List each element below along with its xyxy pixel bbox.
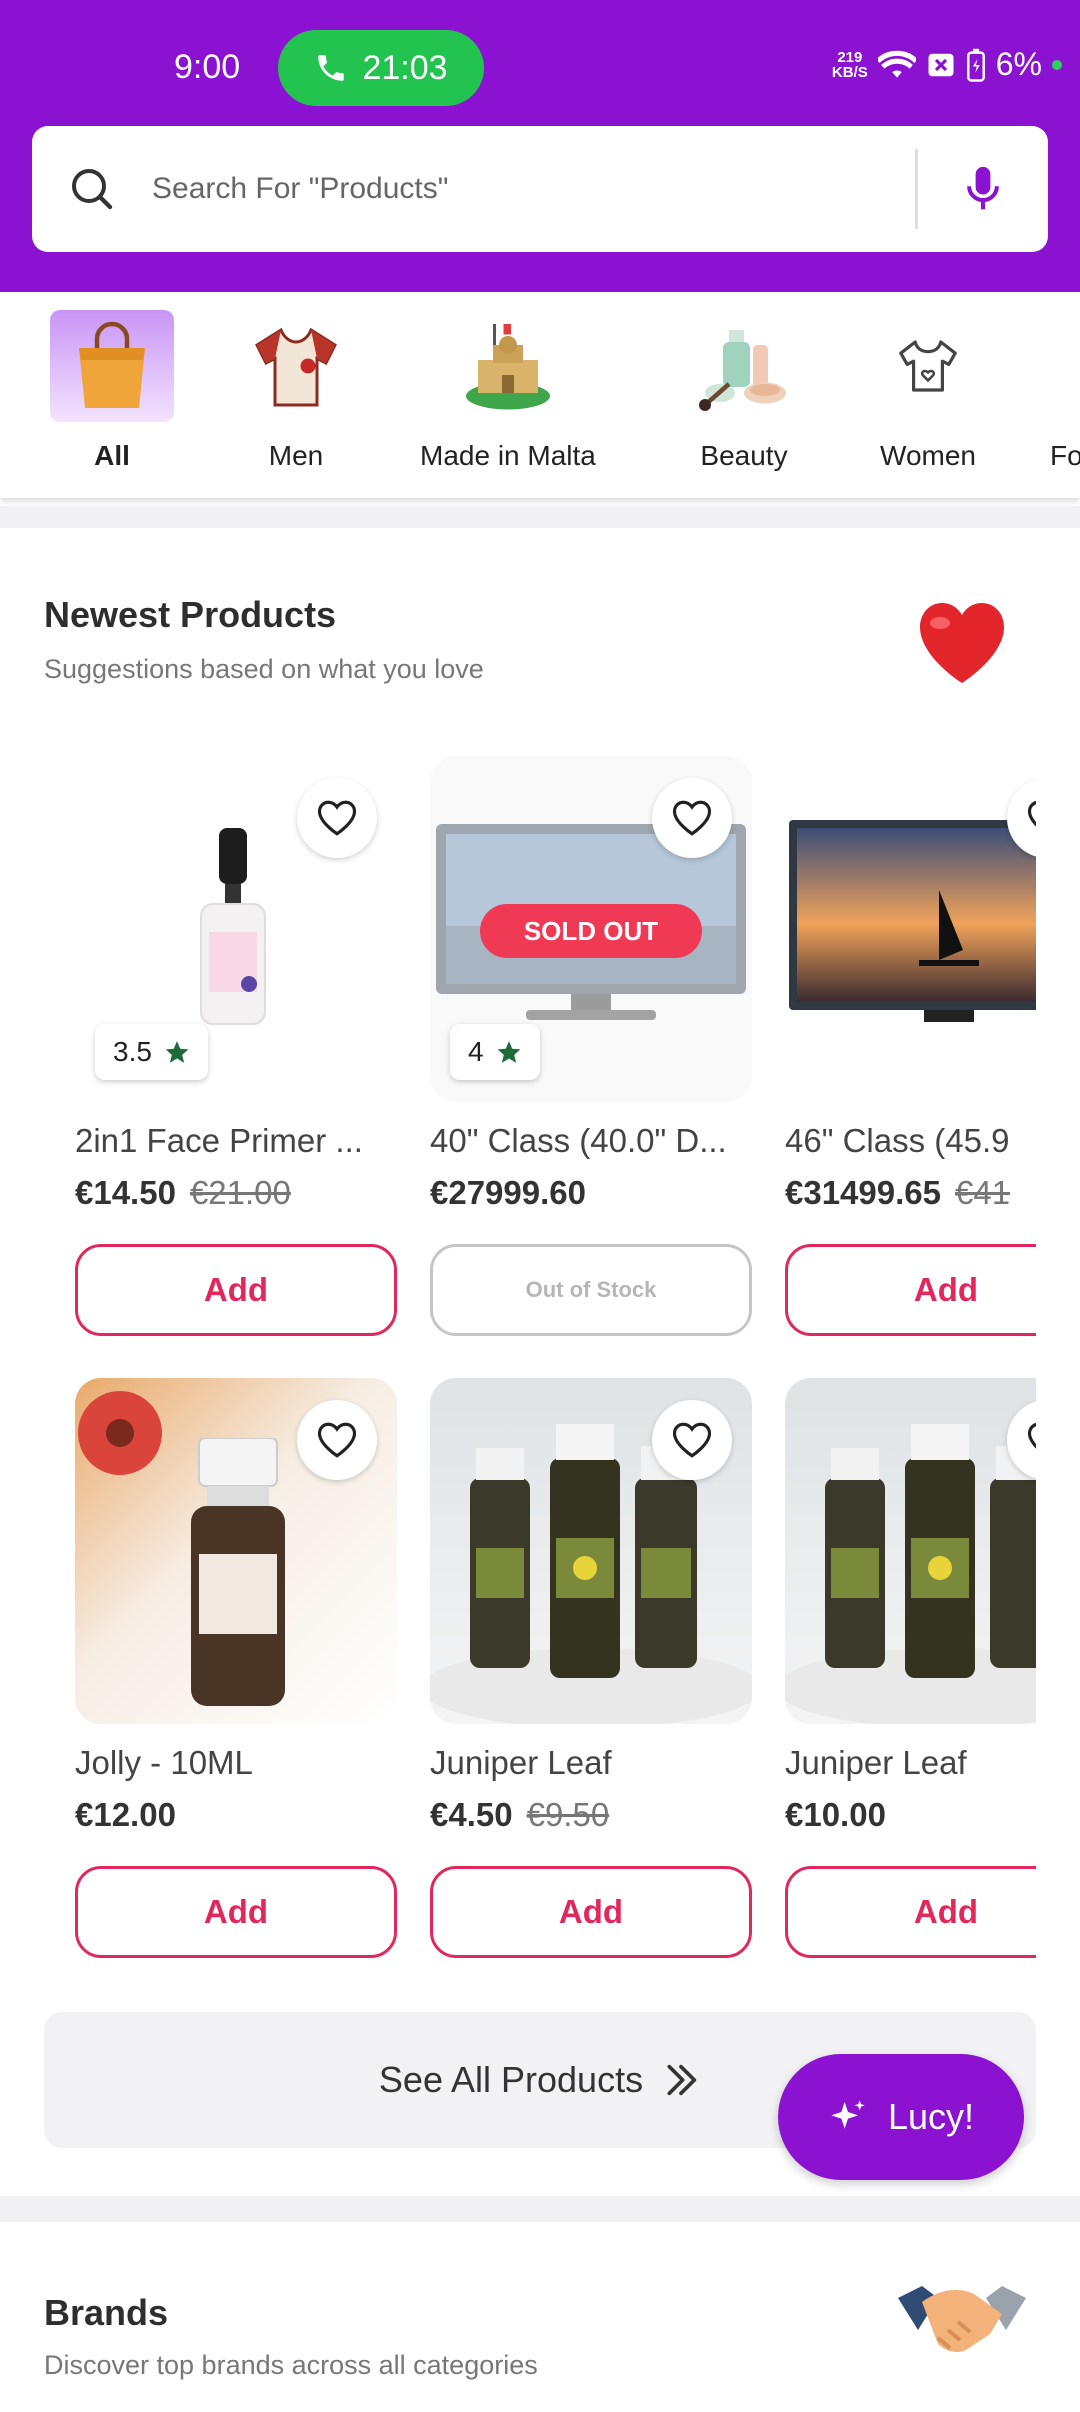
add-to-cart-button[interactable]: Add — [785, 1244, 1036, 1336]
phone-icon — [318, 55, 345, 81]
product-price: €27999.60 — [430, 1174, 586, 1211]
wifi-icon — [877, 50, 916, 78]
product-name[interactable]: 46" Class (45.9 — [785, 1122, 1036, 1160]
product-image[interactable] — [430, 1378, 752, 1724]
heart-outline-icon — [1027, 800, 1036, 827]
oil-bottles-image — [785, 1424, 1036, 1724]
heart-icon — [914, 598, 1010, 693]
product-image[interactable]: 3.5 — [75, 756, 397, 1102]
see-all-label: See All Products — [378, 2059, 644, 2100]
serum-bottle-image — [200, 828, 266, 1025]
category-strip: All Men Made in Malta Beauty Women Fo — [0, 292, 1080, 498]
category-partial[interactable]: Fo — [1050, 310, 1080, 472]
rating-badge: 4 — [450, 1024, 540, 1080]
product-price: €14.50 €21.00 — [75, 1174, 291, 1211]
lucy-assistant-button[interactable]: Lucy! — [778, 2054, 1024, 2180]
battery-icon — [966, 48, 985, 82]
tv-sunset-image — [789, 820, 1036, 1022]
double-chevron-right-icon — [667, 2064, 697, 2096]
add-to-cart-button[interactable]: Add — [430, 1866, 752, 1958]
favorite-button[interactable] — [297, 778, 377, 858]
add-to-cart-button[interactable]: Add — [75, 1244, 397, 1336]
favorite-button[interactable] — [297, 1400, 377, 1480]
out-of-stock-button: Out of Stock — [430, 1244, 752, 1336]
product-grid: 3.5 2in1 Face Primer ... €14.50 €21.00 Ad… — [0, 756, 1036, 1976]
handshake-icon — [894, 2262, 1030, 2377]
section-title: Newest Products — [44, 594, 337, 635]
product-name[interactable]: 2in1 Face Primer ... — [75, 1122, 397, 1160]
search-bar[interactable]: Search For "Products" — [32, 126, 1048, 252]
lucy-label: Lucy! — [887, 2096, 975, 2137]
notification-dot — [1052, 59, 1062, 70]
status-time: 9:00 — [174, 48, 241, 86]
shirt-icon — [234, 310, 358, 422]
sold-out-badge: SOLD OUT — [480, 904, 702, 958]
product-image[interactable] — [785, 756, 1036, 1102]
heart-outline-icon — [672, 800, 712, 836]
product-price: €10.00 — [785, 1796, 886, 1833]
sim-icon — [928, 53, 954, 76]
product-price: €12.00 — [75, 1796, 176, 1833]
oil-bottle-image — [191, 1438, 285, 1706]
women-top-icon — [866, 310, 990, 422]
category-beauty[interactable]: Beauty — [682, 310, 806, 472]
battery-percent: 6% — [995, 46, 1042, 82]
product-name[interactable]: Juniper Leaf — [430, 1744, 752, 1782]
product-price: €31499.65 €41 — [785, 1174, 1011, 1211]
section-subtitle: Suggestions based on what you love — [44, 654, 484, 684]
mic-icon[interactable] — [918, 165, 1048, 213]
product-name[interactable]: Juniper Leaf — [785, 1744, 1036, 1782]
heart-outline-icon — [672, 1422, 712, 1458]
ongoing-call-pill[interactable]: 21:03 — [278, 30, 484, 106]
add-to-cart-button[interactable]: Add — [785, 1866, 1036, 1958]
star-icon — [497, 1041, 520, 1063]
cosmetics-icon — [682, 310, 806, 422]
product-name[interactable]: Jolly - 10ML — [75, 1744, 397, 1782]
brands-title: Brands — [44, 2292, 169, 2333]
category-men[interactable]: Men — [234, 310, 358, 472]
favorite-button[interactable] — [652, 778, 732, 858]
search-icon — [32, 165, 152, 213]
category-all[interactable]: All — [50, 310, 174, 472]
star-icon — [165, 1041, 189, 1063]
section-divider — [0, 2196, 1080, 2222]
rating-badge: 3.5 — [95, 1024, 208, 1080]
add-to-cart-button[interactable]: Add — [75, 1866, 397, 1958]
heart-outline-icon — [317, 1422, 357, 1458]
product-image[interactable]: SOLD OUT 4 — [430, 756, 752, 1102]
heart-outline-icon — [1027, 1422, 1036, 1449]
section-divider — [0, 506, 1080, 528]
category-women[interactable]: Women — [866, 310, 990, 472]
product-image[interactable] — [785, 1378, 1036, 1724]
product-image[interactable] — [75, 1378, 397, 1724]
sparkle-icon — [831, 2100, 865, 2129]
search-input[interactable]: Search For "Products" — [152, 172, 915, 206]
category-made-in-malta[interactable]: Made in Malta — [420, 310, 596, 472]
brands-subtitle: Discover top brands across all categorie… — [44, 2350, 538, 2380]
product-price: €4.50 €9.50 — [430, 1796, 610, 1833]
heart-outline-icon — [317, 800, 357, 836]
call-timer: 21:03 — [362, 48, 448, 87]
product-name[interactable]: 40" Class (40.0" D... — [430, 1122, 752, 1160]
favorite-button[interactable] — [652, 1400, 732, 1480]
malta-castle-icon — [446, 310, 570, 422]
old-price: €9.50 — [526, 1796, 610, 1833]
status-icons: 219 KB/S 6% — [832, 46, 1062, 83]
shopping-bag-icon — [50, 310, 174, 422]
old-price: €41 — [955, 1174, 1011, 1211]
app-header: 9:00 21:03 219 KB/S 6% Search For "Produ… — [0, 0, 1080, 292]
old-price: €21.00 — [189, 1174, 291, 1211]
network-speed: 219 KB/S — [831, 48, 868, 81]
